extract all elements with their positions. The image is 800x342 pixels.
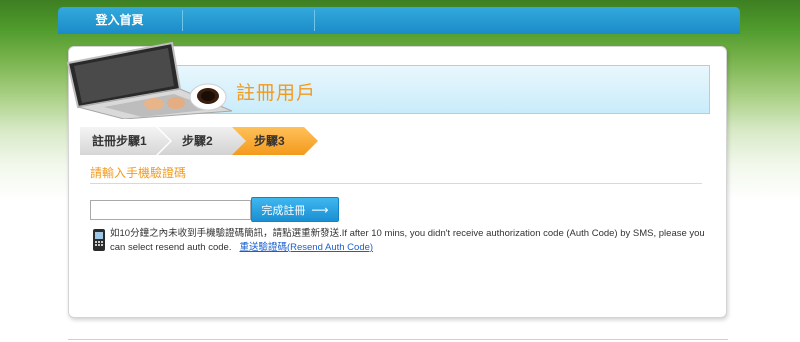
page-title: 註冊用戶: [236, 83, 317, 104]
step-1: 註冊步驟1: [80, 127, 170, 155]
auth-code-section-label: 請輸入手機驗證碼: [90, 166, 187, 180]
complete-registration-button[interactable]: 完成註冊 ⟶: [251, 197, 339, 222]
top-nav-bar: 登入首頁: [58, 7, 740, 34]
resend-auth-code-link[interactable]: 重送驗證碼(Resend Auth Code): [239, 242, 373, 253]
footer-divider: [68, 339, 728, 340]
resend-notice-text: 如10分鐘之內未收到手機驗證碼簡訊，請點選重新發送.If after 10 mi…: [110, 228, 705, 253]
registration-steps: 註冊步驟1 步驟2 步驟3: [80, 127, 320, 155]
nav-item-login-home[interactable]: 登入首頁: [58, 7, 181, 34]
resend-notice: 如10分鐘之內未收到手機驗證碼簡訊，請點選重新發送.If after 10 mi…: [110, 227, 722, 255]
arrow-right-icon: ⟶: [311, 203, 329, 217]
nav-separator: [182, 10, 183, 31]
complete-registration-label: 完成註冊: [261, 205, 306, 217]
auth-code-input[interactable]: [90, 200, 251, 220]
laptop-illustration: [66, 41, 233, 119]
step-2: 步驟2: [158, 127, 248, 155]
nav-separator: [314, 10, 315, 31]
section-divider: [90, 183, 702, 184]
mobile-phone-icon: [93, 229, 105, 251]
